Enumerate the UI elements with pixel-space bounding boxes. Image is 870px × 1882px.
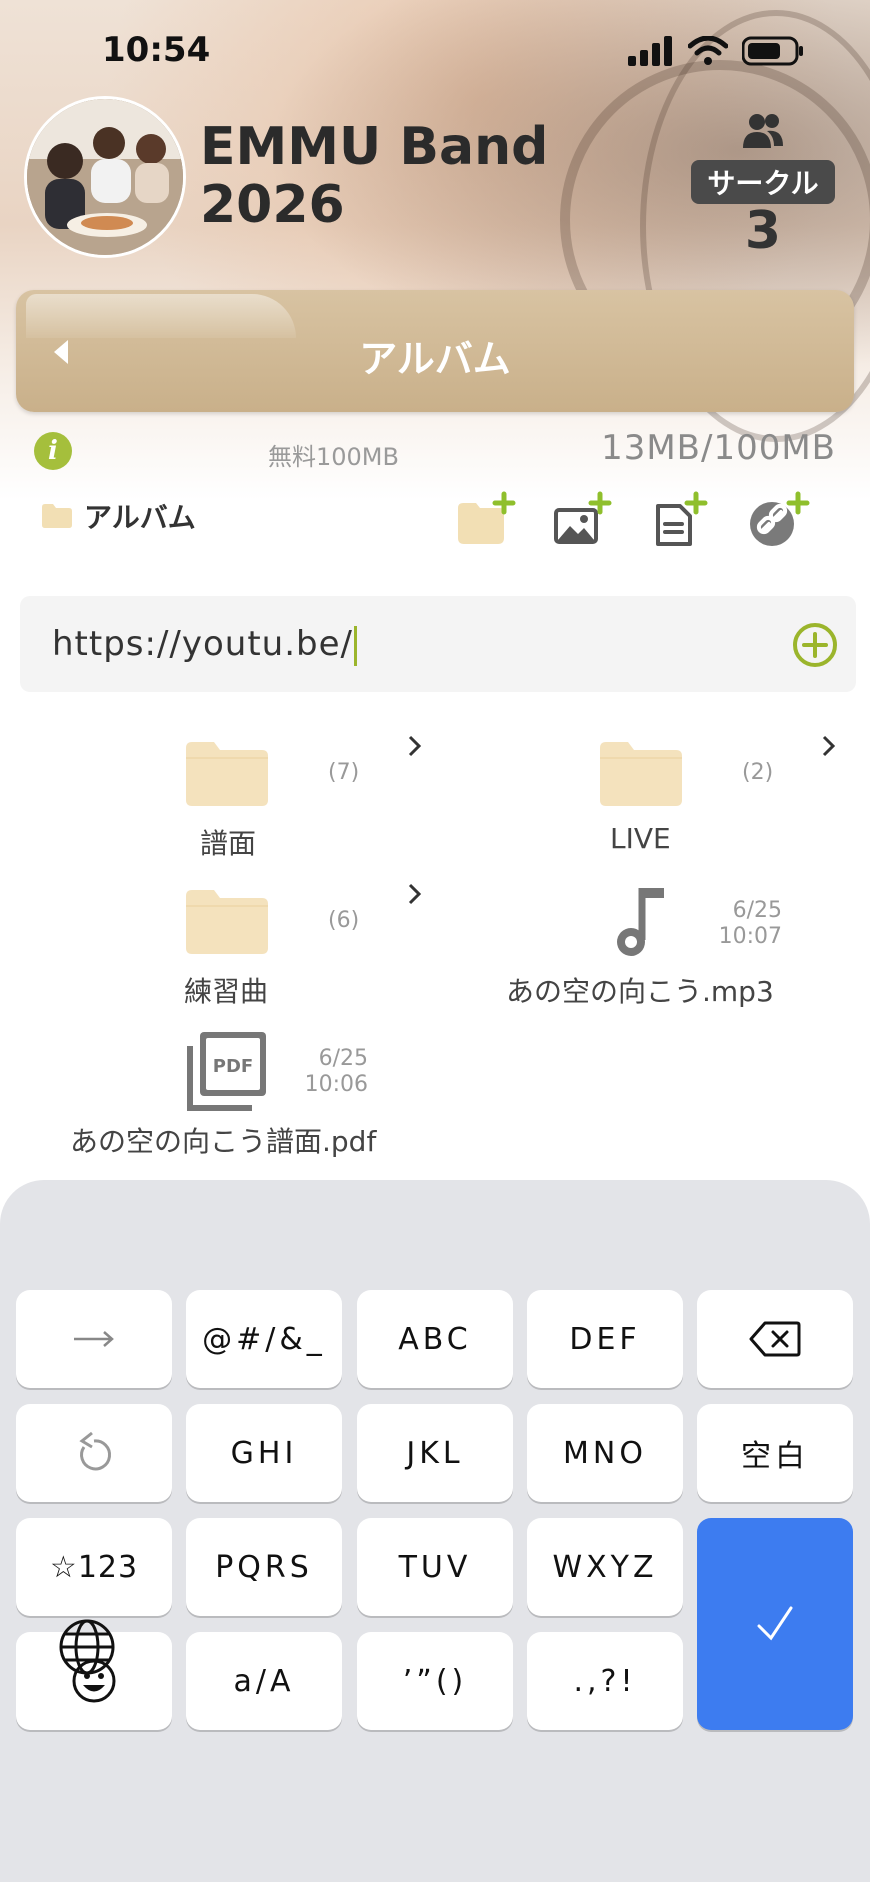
pdf-file-icon: PDF [187,1032,266,1111]
item-count: (6) [328,908,360,933]
folder-icon [186,742,268,806]
members-icon [743,114,783,148]
chevron-right-icon[interactable] [406,882,424,906]
key-mno[interactable]: MNO [527,1404,683,1502]
item-date: 6/25 10:06 [298,1046,368,1098]
add-folder-icon[interactable] [456,490,520,548]
item-date-day: 6/25 [318,1046,368,1071]
folder-icon [186,890,268,954]
status-time: 10:54 [102,30,211,70]
item-name: 練習曲 [184,975,269,1008]
check-icon [757,1606,793,1641]
breadcrumb-label: アルバム [84,501,196,534]
item-date-time: 10:07 [718,924,782,949]
text-caret [354,625,357,666]
item-name: 譜面 [200,827,257,860]
circle-members[interactable]: サークル 3 [682,112,844,258]
item-name: LIVE [610,822,671,855]
item-date: 6/25 10:07 [712,898,782,950]
battery-icon [742,36,803,66]
breadcrumb[interactable]: アルバム [42,496,196,536]
arrow-right-icon [74,1331,114,1347]
key-case[interactable]: a/A [186,1632,342,1730]
chevron-right-icon[interactable] [406,734,424,758]
key-def[interactable]: DEF [527,1290,683,1388]
status-bar: 10:54 [0,30,870,70]
url-input[interactable]: https://youtu.be/ [20,596,856,692]
group-avatar[interactable] [24,96,186,258]
wifi-icon [688,36,728,65]
key-tuv[interactable]: TUV [357,1518,513,1616]
key-punctuation[interactable]: .,?! [527,1632,683,1730]
key-jkl[interactable]: JKL [357,1404,513,1502]
storage-usage: 13MB/100MB [601,428,836,468]
key-pqrs[interactable]: PQRS [186,1518,342,1616]
key-next[interactable] [16,1290,172,1388]
key-ghi[interactable]: GHI [186,1404,342,1502]
key-numbers[interactable]: ☆123 [16,1518,172,1616]
add-document-icon[interactable] [652,490,716,548]
signal-icon [628,36,672,66]
avatar-photo [27,99,183,255]
key-space[interactable]: 空白 [697,1404,853,1502]
key-undo[interactable] [16,1404,172,1502]
album-title: アルバム [359,337,511,381]
key-symbols[interactable]: @#/&_ [186,1290,342,1388]
undo-icon [79,1431,112,1471]
svg-text:PDF: PDF [213,1056,253,1077]
item-count: (7) [328,760,360,785]
storage-plan: 無料100MB [268,443,399,471]
add-circle-icon[interactable] [792,622,838,668]
item-date-day: 6/25 [732,898,782,923]
key-wxyz[interactable]: WXYZ [527,1518,683,1616]
item-date-time: 10:06 [304,1072,368,1097]
item-count: (2) [742,760,774,785]
circle-label: サークル [691,160,835,204]
folder-icon [42,504,72,528]
url-input-value: https://youtu.be/ [52,624,353,664]
key-abc[interactable]: ABC [357,1290,513,1388]
group-title-line1: EMMU Band [200,117,549,177]
chevron-right-icon[interactable] [820,734,838,758]
key-confirm[interactable] [697,1518,853,1730]
circle-count: 3 [744,201,782,261]
add-photo-icon[interactable] [552,490,616,548]
backspace-icon [749,1321,801,1357]
item-name: あの空の向こう.mp3 [506,975,774,1008]
globe-icon[interactable] [58,1618,116,1676]
music-note-icon [617,888,664,956]
item-name: あの空の向こう譜面.pdf [70,1125,377,1158]
key-quotes[interactable]: ’”() [357,1632,513,1730]
info-icon[interactable]: i [34,432,72,470]
group-title-line2: 2026 [200,175,345,235]
group-title: EMMU Band 2026 [200,118,560,234]
album-header-bar: アルバム [16,290,854,412]
folder-icon [600,742,682,806]
key-backspace[interactable] [697,1290,853,1388]
add-link-icon[interactable] [748,490,812,548]
